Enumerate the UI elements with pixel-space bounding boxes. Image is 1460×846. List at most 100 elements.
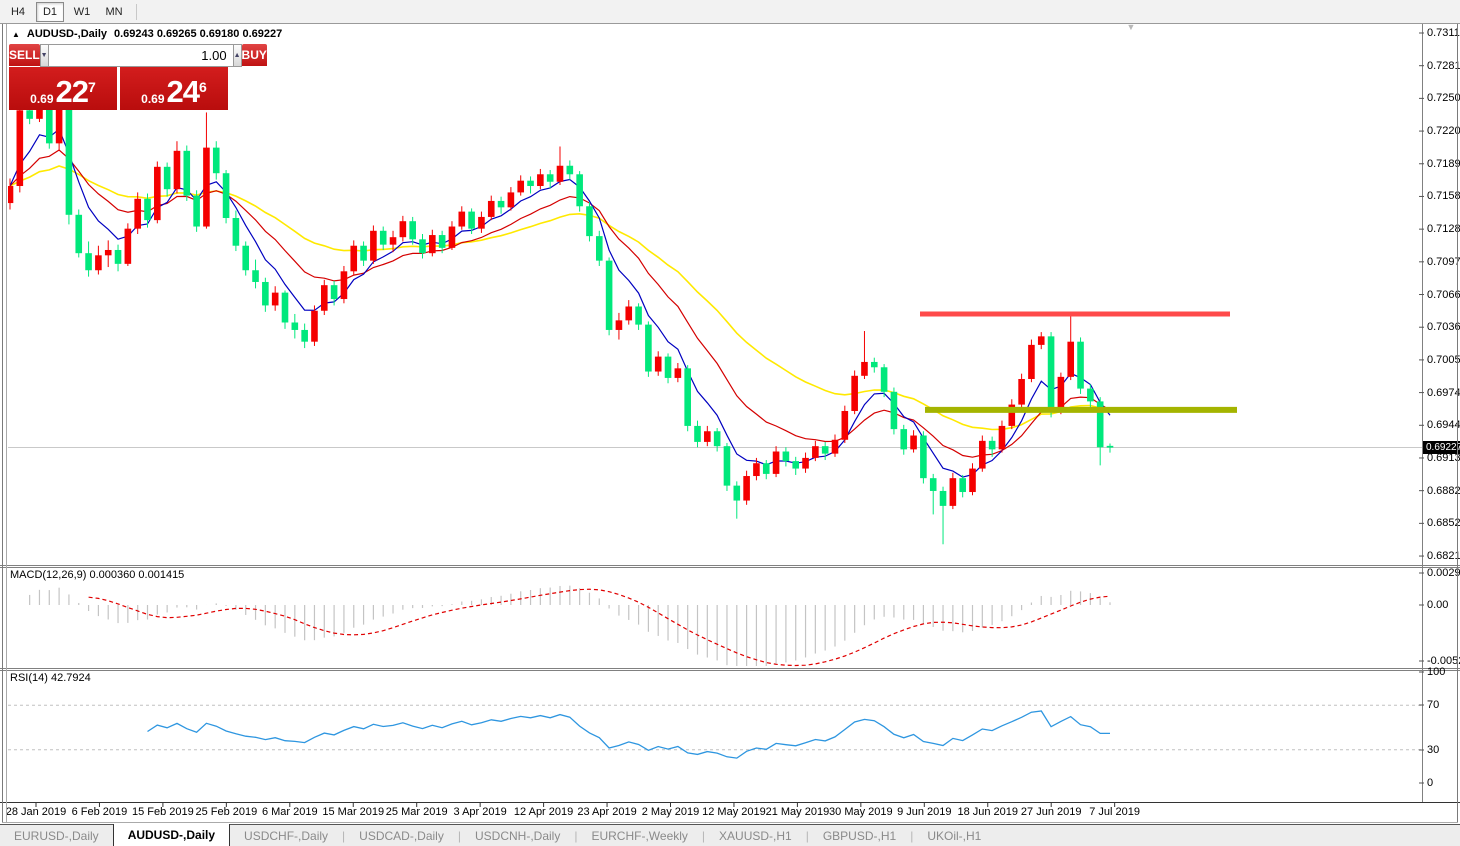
timeframe-button-mn[interactable]: MN bbox=[100, 2, 128, 22]
macd-name: MACD(12,26,9) bbox=[10, 569, 87, 581]
timeframe-button-h4[interactable]: H4 bbox=[4, 2, 32, 22]
candle bbox=[753, 463, 760, 477]
window-border-right bbox=[1457, 23, 1458, 822]
candle bbox=[379, 230, 387, 245]
date-tick-label: 12 May 2019 bbox=[702, 806, 766, 818]
sell-price-sup: 7 bbox=[88, 79, 96, 95]
chart-ohlc-values: 0.69243 0.69265 0.69180 0.69227 bbox=[114, 28, 283, 40]
candle bbox=[713, 431, 721, 447]
candle bbox=[399, 221, 407, 238]
candle bbox=[929, 478, 937, 491]
candle bbox=[409, 221, 416, 240]
candle bbox=[595, 236, 603, 261]
candle bbox=[448, 226, 456, 248]
candle bbox=[704, 431, 711, 442]
candle bbox=[154, 166, 161, 221]
date-tick-label: 25 Mar 2019 bbox=[385, 806, 448, 818]
candle bbox=[232, 217, 240, 246]
indicator-tick-label: 70 bbox=[1427, 699, 1440, 711]
candle bbox=[134, 198, 141, 229]
candle bbox=[301, 329, 308, 342]
candle bbox=[841, 410, 849, 440]
candle bbox=[831, 439, 839, 454]
candle bbox=[910, 435, 917, 450]
tab-ukoil-h1[interactable]: UKOil-,H1 bbox=[913, 825, 995, 846]
price-tick-label: 0.68520 bbox=[1427, 517, 1460, 530]
price-tick-label: 0.70970 bbox=[1427, 255, 1460, 268]
tab-audusd-daily[interactable]: AUDUSD-,Daily bbox=[112, 824, 231, 846]
price-tick-label: 0.70360 bbox=[1427, 321, 1460, 334]
tab-xauusd-h1[interactable]: XAUUSD-,H1 bbox=[705, 825, 806, 846]
volume-increase-button[interactable]: ▲ bbox=[232, 44, 242, 67]
price-chart-canvas[interactable] bbox=[0, 0, 1460, 846]
rsi-value: 42.7924 bbox=[50, 672, 91, 684]
price-tick-label: 0.69440 bbox=[1427, 419, 1460, 432]
price-tick-label: 0.70665 bbox=[1427, 288, 1460, 301]
candle bbox=[802, 457, 809, 469]
price-tick-label: 0.71585 bbox=[1427, 190, 1460, 203]
volume-decrease-button[interactable]: ▼ bbox=[39, 44, 49, 67]
candle bbox=[821, 446, 829, 454]
date-tick-label: 12 Apr 2019 bbox=[513, 806, 574, 818]
candle bbox=[193, 195, 200, 227]
candle bbox=[645, 324, 652, 372]
date-tick-label: 9 Jun 2019 bbox=[897, 806, 952, 818]
indicator-tick-label: 100 bbox=[1427, 666, 1446, 678]
tab-usdchf-daily[interactable]: USDCHF-,Daily bbox=[230, 825, 342, 846]
price-tick-label: 0.73115 bbox=[1427, 27, 1460, 39]
candle bbox=[281, 292, 289, 323]
tab-gbpusd-h1[interactable]: GBPUSD-,H1 bbox=[809, 825, 910, 846]
window-border-bottom bbox=[2, 822, 1458, 823]
buy-price-box[interactable]: 0.69 24 6 bbox=[120, 67, 228, 110]
candle bbox=[782, 451, 790, 462]
candle bbox=[723, 446, 731, 486]
candle bbox=[537, 174, 544, 187]
macd-values: 0.000360 0.001415 bbox=[89, 569, 185, 581]
candle bbox=[576, 174, 583, 207]
buy-button[interactable]: BUY bbox=[241, 44, 267, 67]
candle bbox=[95, 255, 102, 271]
buy-price-sup: 6 bbox=[199, 79, 207, 95]
tab-usdcad-daily[interactable]: USDCAD-,Daily bbox=[345, 825, 458, 846]
candle bbox=[507, 192, 515, 208]
candle bbox=[183, 150, 191, 196]
candle bbox=[271, 292, 279, 306]
buy-price-big: 24 bbox=[166, 74, 200, 109]
candle bbox=[55, 109, 63, 144]
candle bbox=[1037, 336, 1045, 345]
candle bbox=[1087, 388, 1094, 402]
candle bbox=[8, 186, 14, 204]
candle bbox=[979, 440, 986, 469]
ma-slow-line bbox=[9, 165, 1111, 431]
candle bbox=[949, 478, 957, 506]
date-tick-label: 25 Feb 2019 bbox=[195, 806, 258, 818]
price-tick-label: 0.71280 bbox=[1427, 223, 1460, 236]
candle bbox=[586, 206, 593, 237]
sell-button[interactable]: SELL bbox=[9, 44, 40, 67]
indicator-tick-label: 0.00 bbox=[1427, 599, 1449, 611]
toolbar-separator bbox=[136, 3, 137, 20]
candle bbox=[654, 356, 662, 372]
timeframe-button-w1[interactable]: W1 bbox=[68, 2, 96, 22]
chart-symbol-label: AUDUSD-,Daily bbox=[26, 28, 107, 40]
candle bbox=[870, 361, 878, 368]
candle bbox=[635, 306, 642, 325]
candle bbox=[1067, 341, 1075, 377]
date-tick-label: 2 May 2019 bbox=[641, 806, 700, 818]
candle bbox=[311, 310, 318, 342]
window-border-left-outer bbox=[2, 23, 3, 822]
tab-eurchf-weekly[interactable]: EURCHF-,Weekly bbox=[577, 825, 701, 846]
tab-eurusd-daily[interactable]: EURUSD-,Daily bbox=[0, 825, 113, 846]
candle bbox=[340, 271, 348, 300]
sell-price-box[interactable]: 0.69 22 7 bbox=[9, 67, 117, 110]
rsi-name: RSI(14) bbox=[10, 672, 48, 684]
rsi-line bbox=[147, 710, 1110, 759]
timeframe-button-d1[interactable]: D1 bbox=[36, 1, 64, 22]
candle bbox=[212, 147, 220, 174]
tab-usdcnh-daily[interactable]: USDCNH-,Daily bbox=[461, 825, 574, 846]
date-tick-label: 23 Apr 2019 bbox=[577, 806, 637, 818]
candle bbox=[998, 425, 1006, 450]
candle bbox=[605, 260, 613, 330]
volume-input[interactable] bbox=[48, 44, 233, 67]
date-tick-label: 27 Jun 2019 bbox=[1020, 806, 1082, 818]
